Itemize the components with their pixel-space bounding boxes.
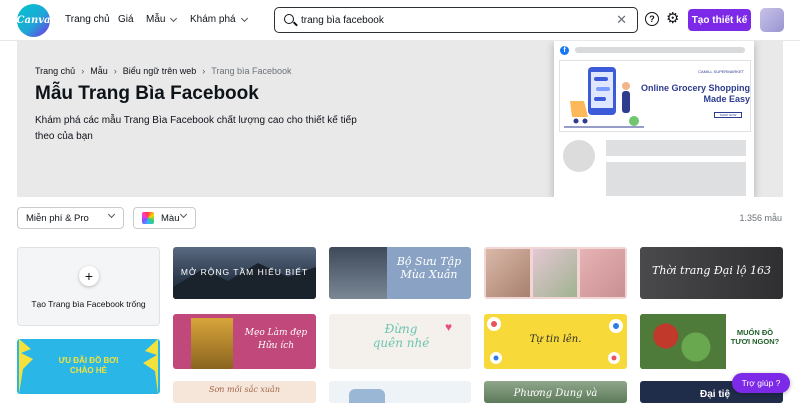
nav-discover[interactable]: Khám phá: [190, 14, 248, 25]
price-filter-dropdown[interactable]: Miễn phí & Pro: [17, 207, 124, 229]
grocery-illustration: [564, 67, 644, 128]
mock-avatar: [563, 140, 595, 172]
chevron-down-icon: [170, 14, 178, 22]
template-card[interactable]: Thời trang Đại lộ 163: [640, 247, 783, 299]
preview-button: SHOP NOW: [714, 112, 742, 118]
template-card[interactable]: [329, 381, 471, 403]
heart-icon: ♥: [445, 320, 453, 334]
template-card[interactable]: Sơn môi sắc xuân: [173, 381, 316, 403]
template-photo: [580, 249, 625, 297]
chevron-right-icon: ›: [202, 66, 206, 76]
template-photo: [486, 249, 530, 297]
nav-pricing-label: Giá: [118, 14, 134, 25]
create-blank-label: Tạo Trang bìa Facebook trống: [31, 299, 146, 309]
template-card[interactable]: MỞ RỘNG TẦM HIỂU BIẾT: [173, 247, 316, 299]
template-text: Phương Dung và: [513, 388, 598, 399]
mock-content-block: [606, 162, 746, 196]
nav-templates-label: Mẫu: [146, 14, 166, 25]
template-text: Tự tin lên.: [529, 334, 582, 345]
breadcrumb-home[interactable]: Trang chủ: [35, 66, 75, 76]
template-card[interactable]: [484, 247, 627, 299]
top-nav-bar: Canva Trang chủ Giá Mẫu Khám phá ✕ ? ⚙ T…: [0, 0, 800, 41]
plus-icon: +: [79, 266, 99, 286]
help-button[interactable]: Trợ giúp ?: [732, 373, 790, 393]
nav-pricing[interactable]: Giá: [118, 14, 134, 25]
chevron-right-icon: ›: [113, 66, 117, 76]
preview-cover-image: CAMILL SUPERMARKET Online Grocery Shoppi…: [559, 60, 751, 132]
template-text: ƯU ĐÃI ĐỒ BƠI CHÀO HÈ: [58, 356, 119, 375]
hero-banner: Trang chủ › Mẫu › Biểu ngữ trên web › Tr…: [17, 41, 783, 197]
chevron-right-icon: ›: [81, 66, 85, 76]
question-circle-icon[interactable]: ?: [645, 12, 659, 26]
price-filter-label: Miễn phí & Pro: [26, 212, 89, 224]
help-button-label: Trợ giúp ?: [741, 378, 781, 388]
avatar[interactable]: [760, 8, 784, 32]
search-box: ✕: [274, 7, 638, 33]
mock-url-bar: [575, 47, 745, 53]
facebook-preview-mockup: f CAMILL SUPERMARKET Online Grocery Shop…: [554, 41, 754, 197]
template-text: Bộ Sưu Tập Mùa Xuân: [396, 255, 462, 281]
page-description: Khám phá các mẫu Trang Bìa Facebook chất…: [35, 115, 357, 142]
page-title: Mẫu Trang Bìa Facebook: [35, 83, 259, 104]
color-filter-label: Màu: [161, 212, 180, 224]
template-text: MỞ RỘNG TẦM HIỂU BIẾT: [180, 267, 309, 277]
template-text: Mẹo Làm đẹp Hữu ích: [244, 328, 308, 351]
color-filter-dropdown[interactable]: Màu: [133, 207, 196, 229]
canva-logo[interactable]: Canva: [16, 4, 51, 37]
template-text: Đại tiệ: [700, 389, 731, 400]
template-card[interactable]: Tự tin lên.: [484, 314, 627, 369]
create-design-button[interactable]: Tạo thiết kế: [688, 9, 751, 31]
nav-home[interactable]: Trang chủ: [65, 14, 110, 25]
nav-discover-label: Khám phá: [190, 14, 236, 25]
chevron-down-icon: [240, 14, 248, 22]
breadcrumb-web-banners[interactable]: Biểu ngữ trên web: [123, 66, 197, 76]
preview-headline: Online Grocery Shopping Made Easy: [640, 83, 750, 104]
create-blank-template-card[interactable]: + Tạo Trang bìa Facebook trống: [17, 247, 160, 326]
template-card[interactable]: Mẹo Làm đẹp Hữu ích: [173, 314, 316, 369]
breadcrumb: Trang chủ › Mẫu › Biểu ngữ trên web › Tr…: [35, 66, 292, 76]
template-photo: [640, 314, 726, 369]
nav-templates[interactable]: Mẫu: [146, 14, 178, 25]
template-text: Đừng quên nhé: [372, 322, 430, 350]
template-graphic: [349, 389, 385, 403]
template-card[interactable]: Phương Dung và: [484, 381, 627, 403]
template-card[interactable]: Đừng quên nhé ♥: [329, 314, 471, 369]
clear-icon[interactable]: ✕: [616, 13, 627, 26]
template-text: Sơn môi sắc xuân: [209, 385, 280, 394]
nav-home-label: Trang chủ: [65, 14, 110, 25]
template-card[interactable]: ƯU ĐÃI ĐỒ BƠI CHÀO HÈ: [17, 339, 160, 394]
template-text: MUỐN ĐỒ TƯƠI NGON?: [730, 328, 780, 346]
search-icon: [284, 14, 294, 24]
result-count: 1.356 mẫu: [739, 213, 782, 223]
template-card[interactable]: Bộ Sưu Tập Mùa Xuân: [329, 247, 471, 299]
template-photo: [533, 249, 577, 297]
color-palette-icon: [142, 212, 154, 224]
template-text: Thời trang Đại lộ 163: [651, 264, 771, 277]
template-photo: [191, 318, 233, 369]
chevron-down-icon: [107, 210, 116, 219]
search-input[interactable]: [301, 12, 601, 28]
template-photo: [329, 247, 387, 299]
mock-name-line: [606, 140, 746, 156]
logo-text: Canva: [16, 15, 51, 26]
facebook-icon: f: [560, 46, 569, 55]
preview-small-label: CAMILL SUPERMARKET: [698, 69, 744, 74]
gear-icon[interactable]: ⚙: [666, 11, 679, 26]
template-card[interactable]: MUỐN ĐỒ TƯƠI NGON?: [640, 314, 783, 369]
chevron-down-icon: [179, 210, 188, 219]
breadcrumb-current: Trang bìa Facebook: [211, 66, 292, 76]
breadcrumb-templates[interactable]: Mẫu: [90, 66, 108, 76]
